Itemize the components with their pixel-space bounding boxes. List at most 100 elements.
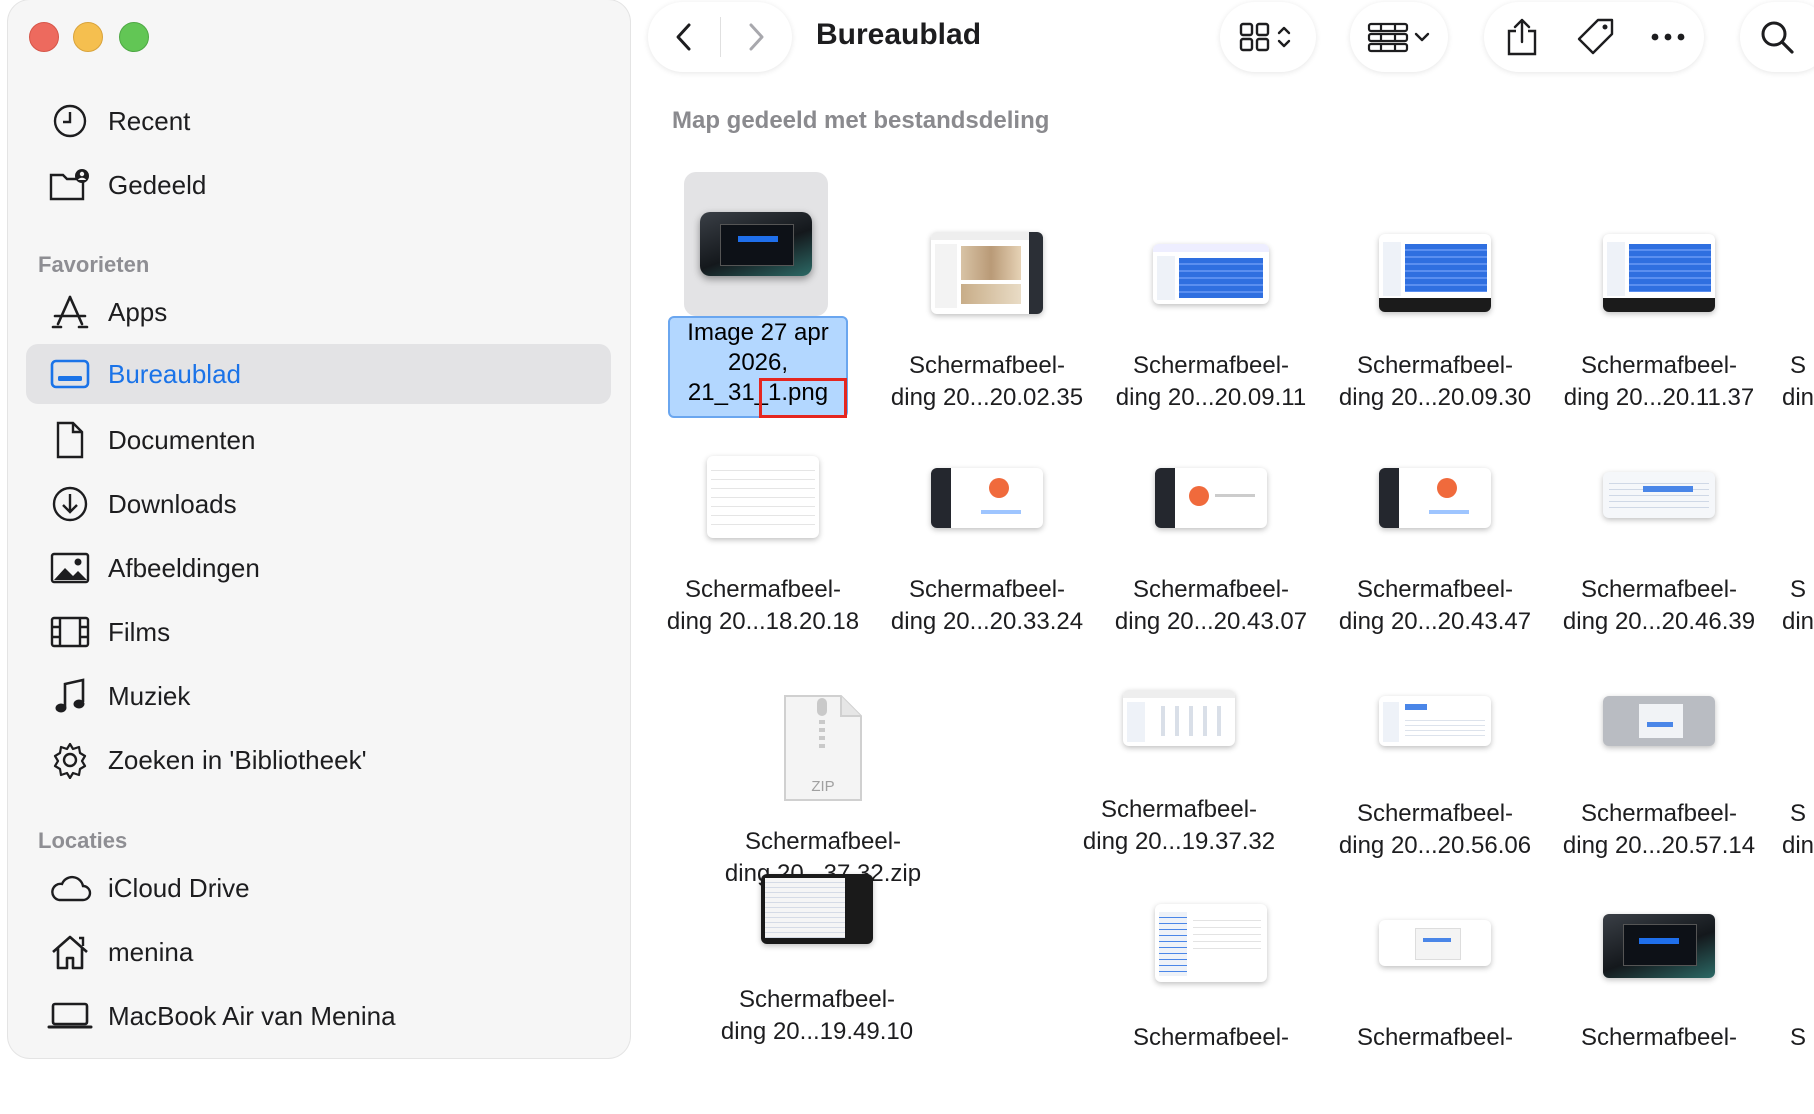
file-name-line: ding 20...20.57.14: [1562, 832, 1756, 859]
file-item[interactable]: Schermafbeel- ding 20...20.57.14: [1547, 670, 1771, 890]
file-name-line: Schermafbeel-: [908, 352, 1066, 379]
file-name-line: ding 20...20.43.47: [1338, 608, 1532, 635]
sidebar-item-gedeeld[interactable]: Gedeeld: [26, 155, 611, 215]
file-name-line: Schermafbeel-: [1356, 576, 1514, 603]
file-name-line: Schermafbeel-: [1580, 800, 1738, 827]
sidebar-item-recent[interactable]: Recent: [26, 91, 611, 151]
sidebar-item-label: Zoeken in 'Bibliotheek': [108, 744, 367, 775]
section-title: Map gedeeld met bestandsdeling: [672, 107, 1050, 134]
file-item[interactable]: Schermafbeel- ding 20...20.43.07: [1099, 446, 1323, 666]
screenshot-thumbnail: [1379, 696, 1491, 746]
more-icon: [1651, 33, 1685, 41]
screenshot-thumbnail: [931, 232, 1043, 314]
sidebar-item-label: iCloud Drive: [108, 872, 250, 903]
tag-button[interactable]: [1560, 2, 1632, 72]
file-name-line: ding 20...20.56.06: [1338, 832, 1532, 859]
group-by-button[interactable]: [1350, 2, 1448, 72]
forward-button[interactable]: [721, 2, 793, 72]
sidebar-item-macbook[interactable]: MacBook Air van Menina: [26, 986, 611, 1046]
file-item[interactable]: Schermafbeel- ding 20...20.02.35: [875, 222, 1099, 442]
sidebar-item-home[interactable]: menina: [26, 922, 611, 982]
sidebar-item-label: menina: [108, 936, 194, 967]
file-name-line: din: [1782, 384, 1814, 411]
home-icon: [46, 928, 94, 976]
music-icon: [46, 672, 94, 720]
file-item[interactable]: Schermafbeel- ding 20...20.09.30: [1323, 222, 1547, 442]
selected-file-thumbnail[interactable]: [684, 172, 828, 316]
sidebar-item-label: Recent: [108, 105, 191, 136]
sidebar-item-label: Downloads: [108, 488, 237, 519]
file-name-line: ding 20...18.20.18: [666, 608, 860, 635]
share-icon: [1507, 18, 1537, 56]
sidebar: Recent Gedeeld Favorieten Apps Bureaubla…: [8, 0, 630, 1058]
search-icon: [1761, 21, 1794, 54]
sidebar-item-afbeeldingen[interactable]: Afbeeldingen: [26, 538, 611, 598]
file-item[interactable]: Schermafbeel-: [1099, 894, 1323, 1114]
file-item[interactable]: Schermafbeel- ding 20...20.56.06: [1323, 670, 1547, 890]
sidebar-item-zoeken-bibliotheek[interactable]: Zoeken in 'Bibliotheek': [26, 730, 611, 790]
search-button[interactable]: [1740, 2, 1814, 72]
file-name-line: Schermafbeel-: [744, 828, 902, 855]
file-name-line: ding 20...20.09.11: [1115, 384, 1307, 411]
tag-icon: [1577, 18, 1614, 55]
sidebar-item-label: Gedeeld: [108, 169, 207, 200]
highlight-box: [759, 378, 847, 418]
screenshot-thumbnail: [761, 874, 873, 944]
back-button[interactable]: [648, 2, 720, 72]
share-button[interactable]: [1484, 2, 1560, 72]
film-icon: [46, 608, 94, 656]
zoom-window-button[interactable]: [119, 22, 149, 52]
file-name-line: Schermafbeel-: [684, 576, 842, 603]
file-name-line: ding 20...20.09.30: [1338, 384, 1532, 411]
screenshot-thumbnail: [1603, 696, 1715, 746]
file-item[interactable]: Schermafbeel- ding 20...18.20.18: [651, 446, 875, 666]
file-name-line: Schermafbeel-: [1580, 352, 1738, 379]
file-name-line: Schermafbeel-: [1580, 1024, 1738, 1051]
view-mode-button[interactable]: [1220, 2, 1316, 72]
sidebar-item-documenten[interactable]: Documenten: [26, 410, 611, 470]
sidebar-item-label: Muziek: [108, 680, 191, 711]
file-item[interactable]: Schermafbeel- ding 20...19.37.32: [1067, 666, 1291, 886]
sidebar-item-muziek[interactable]: Muziek: [26, 666, 611, 726]
screenshot-thumbnail: [1153, 244, 1269, 304]
file-name-line: Schermafbeel-: [1356, 800, 1514, 827]
screenshot-thumbnail: [1155, 904, 1267, 982]
file-item[interactable]: Schermafbeel-: [1547, 894, 1771, 1114]
file-name-line: Image 27 apr: [687, 319, 829, 346]
file-name-line: Schermafbeel-: [1356, 352, 1514, 379]
file-name-line: ding 20...19.37.32: [1082, 828, 1276, 855]
file-name-part: 21_31_: [687, 379, 769, 406]
sidebar-item-films[interactable]: Films: [26, 602, 611, 662]
file-item[interactable]: Schermafbeel- ding 20...20.11.37: [1547, 222, 1771, 442]
file-item[interactable]: Schermafbeel- ding 20...20.43.47: [1323, 446, 1547, 666]
file-name-line: S: [1790, 800, 1807, 827]
file-name-line: Schermafbeel-: [1132, 352, 1290, 379]
sidebar-item-apps[interactable]: Apps: [26, 282, 611, 342]
file-name-line: S: [1790, 352, 1807, 379]
sidebar-item-bureaublad[interactable]: Bureaublad: [26, 344, 611, 404]
sidebar-item-label: Bureaublad: [108, 358, 241, 389]
file-name-line: Schermafbeel-: [738, 986, 896, 1013]
screenshot-thumbnail: [1379, 234, 1491, 312]
sidebar-item-downloads[interactable]: Downloads: [26, 474, 611, 534]
laptop-icon: [46, 992, 94, 1040]
favorites-heading: Favorieten: [38, 252, 150, 277]
gear-icon: [46, 736, 94, 784]
file-item[interactable]: Schermafbeel- ding 20...19.49.10: [705, 862, 929, 1082]
file-item[interactable]: Schermafbeel- ding 20...20.33.24: [875, 446, 1099, 666]
file-name-line: din: [1782, 608, 1814, 635]
file-name-line: din: [1782, 832, 1814, 859]
file-item[interactable]: Schermafbeel- ding 20...20.09.11: [1099, 222, 1323, 442]
close-window-button[interactable]: [29, 22, 59, 52]
file-item[interactable]: Schermafbeel- ding 20...20.46.39: [1547, 446, 1771, 666]
sidebar-item-label: Documenten: [108, 424, 256, 455]
icon-view-grid-icon: [1239, 22, 1291, 52]
screenshot-thumbnail: [1155, 468, 1267, 528]
apps-icon: [46, 288, 94, 336]
minimize-window-button[interactable]: [73, 22, 103, 52]
sidebar-item-icloud-drive[interactable]: iCloud Drive: [26, 858, 611, 918]
file-item[interactable]: Schermafbeel-: [1323, 894, 1547, 1114]
clock-icon: [46, 97, 94, 145]
more-button[interactable]: [1632, 2, 1704, 72]
screenshot-thumbnail: [1603, 234, 1715, 312]
